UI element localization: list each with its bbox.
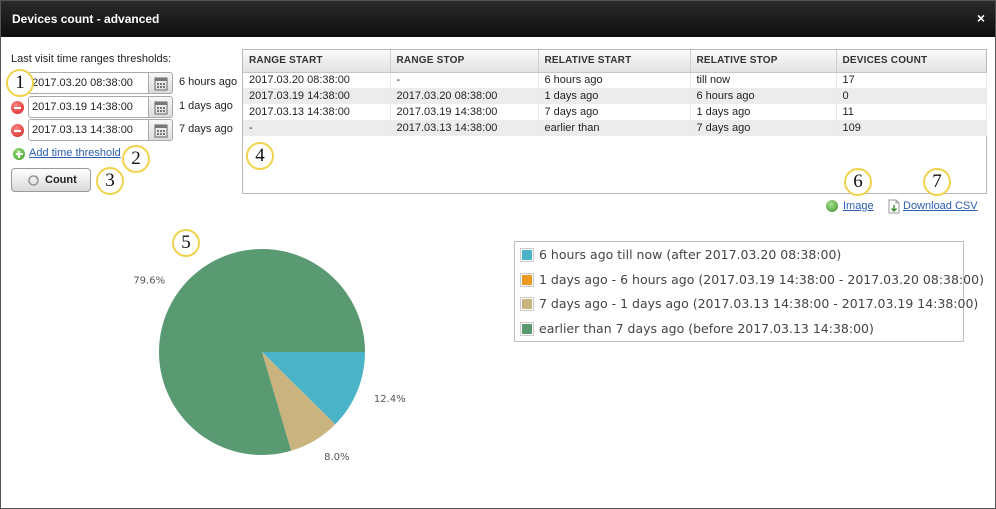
table-row[interactable]: 2017.03.19 14:38:00 2017.03.20 08:38:00 … [243, 88, 987, 104]
callout-badge: 3 [96, 167, 124, 195]
devices-count-dialog: Devices count - advanced × Last visit ti… [0, 0, 996, 509]
legend-label: 6 hours ago till now (after 2017.03.20 0… [539, 247, 842, 262]
table-cell: 6 hours ago [690, 88, 837, 104]
table-cell: 11 [836, 104, 987, 120]
column-header[interactable]: RANGE STOP [390, 50, 539, 73]
results-grid: RANGE START RANGE STOP RELATIVE START RE… [242, 49, 987, 194]
calendar-icon [154, 77, 168, 91]
threshold-date-input[interactable] [28, 96, 149, 118]
dialog-title: Devices count - advanced [12, 12, 160, 26]
table-row[interactable]: - 2017.03.13 14:38:00 earlier than 7 day… [243, 120, 987, 136]
legend-color [522, 274, 532, 285]
table-cell: 2017.03.20 08:38:00 [243, 72, 391, 88]
table-cell: 109 [836, 120, 987, 136]
callout-badge: 6 [844, 168, 872, 196]
callout-badge: 4 [246, 142, 274, 170]
table-row[interactable]: 2017.03.13 14:38:00 2017.03.19 14:38:00 … [243, 104, 987, 120]
pie-slice-label: 79.6% [133, 276, 165, 287]
table-cell: 2017.03.20 08:38:00 [390, 88, 539, 104]
calendar-icon [154, 101, 168, 115]
callout-badge: 5 [172, 229, 200, 257]
table-cell: 7 days ago [538, 104, 691, 120]
threshold-date-input[interactable] [28, 119, 149, 141]
table-cell: 1 days ago [538, 88, 691, 104]
threshold-date-input[interactable] [28, 72, 149, 94]
add-threshold-link[interactable]: Add time threshold [29, 147, 121, 159]
table-cell: - [390, 72, 539, 88]
legend-color [522, 323, 532, 334]
table-header-row: RANGE START RANGE STOP RELATIVE START RE… [243, 50, 986, 73]
callout-badge: 2 [122, 145, 150, 173]
table-cell: 17 [836, 72, 987, 88]
remove-threshold-icon[interactable] [11, 101, 24, 114]
calendar-button[interactable] [149, 96, 173, 118]
threshold-relative-text: 6 hours ago [179, 76, 238, 88]
table-cell: till now [690, 72, 837, 88]
legend-label: 1 days ago - 6 hours ago (2017.03.19 14:… [539, 271, 984, 287]
pie-slice-label: 8.0% [324, 452, 349, 463]
table-cell: 7 days ago [690, 120, 837, 136]
threshold-relative-text: 1 days ago [179, 100, 233, 112]
image-icon [826, 200, 838, 212]
refresh-icon [28, 175, 39, 186]
devices-pie-chart: 12.4% 8.0% 79.6% [133, 248, 406, 463]
legend-swatch [520, 321, 534, 336]
callout-badge: 7 [923, 168, 951, 196]
legend-item: 1 days ago - 6 hours ago (2017.03.19 14:… [515, 269, 984, 294]
column-header[interactable]: RANGE START [243, 50, 391, 73]
legend-label: 7 days ago - 1 days ago (2017.03.13 14:3… [539, 296, 979, 311]
download-csv-link[interactable]: Download CSV [903, 200, 978, 212]
legend-swatch [520, 297, 534, 311]
threshold-row: 7 days ago [11, 119, 241, 141]
calendar-icon [154, 124, 168, 138]
table-cell: 2017.03.19 14:38:00 [390, 104, 539, 120]
chart-legend: 6 hours ago till now (after 2017.03.20 0… [514, 241, 984, 343]
legend-swatch [520, 272, 534, 287]
table-row[interactable]: 2017.03.20 08:38:00 - 6 hours ago till n… [243, 72, 987, 88]
table-cell: 0 [836, 88, 987, 104]
count-button[interactable]: Count [11, 168, 91, 192]
legend-color [522, 250, 532, 260]
results-table: RANGE START RANGE STOP RELATIVE START RE… [243, 50, 987, 136]
thresholds-label: Last visit time ranges thresholds: [11, 53, 172, 65]
threshold-row: 1 days ago [11, 96, 241, 118]
table-cell: - [243, 120, 391, 136]
table-cell: 1 days ago [690, 104, 837, 120]
close-icon[interactable]: × [977, 10, 985, 26]
calendar-button[interactable] [149, 72, 173, 94]
legend-item: earlier than 7 days ago (before 2017.03.… [515, 318, 963, 343]
legend-item: 7 days ago - 1 days ago (2017.03.13 14:3… [515, 293, 978, 318]
table-cell: 2017.03.13 14:38:00 [243, 104, 391, 120]
table-cell: 2017.03.19 14:38:00 [243, 88, 391, 104]
legend-label: earlier than 7 days ago (before 2017.03.… [539, 320, 874, 336]
legend-swatch [520, 248, 534, 262]
pie-slice-label: 12.4% [374, 394, 406, 405]
column-header[interactable]: RELATIVE STOP [690, 50, 837, 73]
add-icon [13, 148, 25, 160]
threshold-relative-text: 7 days ago [179, 123, 233, 135]
legend-color [522, 299, 532, 309]
column-header[interactable]: RELATIVE START [538, 50, 691, 73]
dialog-titlebar: Devices count - advanced × [1, 1, 995, 37]
image-link[interactable]: Image [843, 200, 874, 212]
callout-badge: 1 [6, 69, 34, 97]
threshold-row: 6 hours ago [11, 72, 241, 94]
table-cell: earlier than [538, 120, 691, 136]
table-cell: 2017.03.13 14:38:00 [390, 120, 539, 136]
download-csv-icon [888, 199, 900, 214]
table-cell: 6 hours ago [538, 72, 691, 88]
legend-item: 6 hours ago till now (after 2017.03.20 0… [515, 244, 963, 269]
column-header[interactable]: DEVICES COUNT [836, 50, 986, 73]
calendar-button[interactable] [149, 119, 173, 141]
remove-threshold-icon[interactable] [11, 124, 24, 137]
count-button-label: Count [45, 174, 77, 186]
